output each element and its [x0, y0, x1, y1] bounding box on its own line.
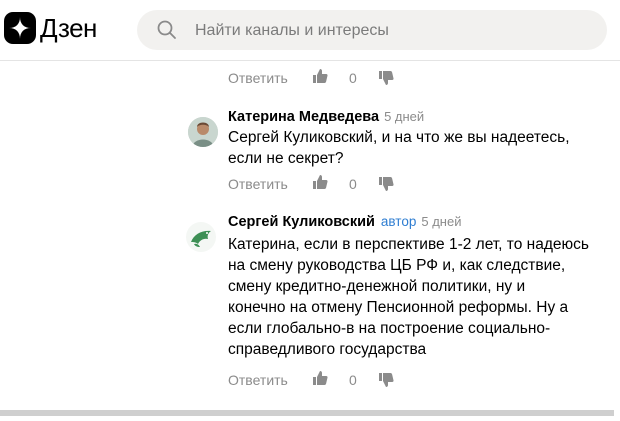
thumb-down-icon[interactable]: [378, 372, 394, 391]
like-count: 0: [349, 176, 357, 192]
like-count: 0: [349, 372, 357, 388]
comment-author: Сергей Куликовский автор 5 дней: [228, 214, 461, 230]
author-name[interactable]: Катерина Медведева: [228, 109, 379, 125]
thumb-up-icon[interactable]: [312, 174, 328, 193]
comment-time: 5 дней: [384, 109, 425, 124]
thumb-down-icon[interactable]: [378, 70, 394, 89]
search-input[interactable]: [193, 18, 587, 44]
logo-text[interactable]: Дзен: [40, 12, 97, 44]
avatar[interactable]: [186, 222, 216, 252]
header: Дзен: [0, 0, 620, 61]
author-badge: автор: [380, 214, 417, 229]
author-name[interactable]: Сергей Куликовский: [228, 214, 375, 230]
horizontal-scrollbar[interactable]: [0, 410, 614, 416]
like-count: 0: [349, 70, 357, 86]
zen-logo-icon[interactable]: [4, 12, 36, 44]
comment-text: Катерина, если в перспективе 1-2 лет, то…: [228, 236, 589, 358]
reply-button[interactable]: Ответить: [228, 176, 288, 192]
avatar[interactable]: [188, 117, 218, 147]
search-bar[interactable]: [137, 10, 607, 50]
comment-text: Сергей Куликовский, и на что же вы надее…: [228, 129, 570, 167]
thumb-up-icon[interactable]: [312, 370, 328, 389]
comment-time: 5 дней: [421, 214, 462, 229]
comment-author: Катерина Медведева 5 дней: [228, 109, 424, 125]
reply-button[interactable]: Ответить: [228, 70, 288, 86]
thumb-down-icon[interactable]: [378, 176, 394, 195]
search-icon: [157, 20, 176, 39]
thumb-up-icon[interactable]: [312, 68, 328, 87]
reply-button[interactable]: Ответить: [228, 372, 288, 388]
